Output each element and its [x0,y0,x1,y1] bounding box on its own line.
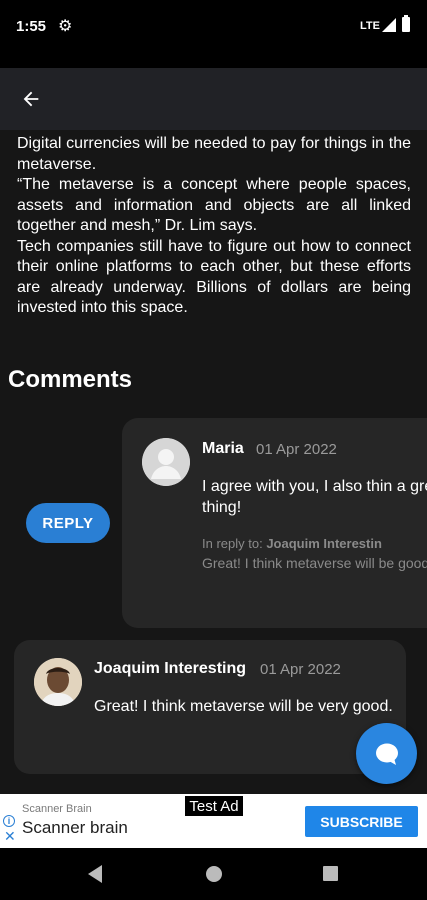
avatar [34,658,82,706]
nav-recents-icon[interactable] [323,866,338,881]
status-time: 1:55 [16,18,47,35]
comments-heading: Comments [8,366,133,393]
comment-author: Maria [202,440,244,457]
arrow-left-icon [23,91,39,107]
battery-icon [402,15,410,32]
nav-home-icon[interactable] [206,866,222,882]
in-reply-to: In reply to: Joaquim Interestin [202,536,382,551]
default-user-icon [142,438,190,486]
close-icon[interactable]: ✕ [4,829,16,843]
gear-icon: ⚙ [58,18,73,35]
avatar [142,438,190,486]
app-bar [0,68,427,130]
chat-bubble-icon [375,743,398,765]
ad-advertiser: Scanner Brain [22,803,92,815]
comment-text: I agree with you, I also thin a great th… [202,478,427,516]
quoted-comment: Great! I think metaverse will be good. [202,555,427,571]
comment-author: Joaquim Interesting [94,660,247,677]
reply-button[interactable]: REPLY [26,503,110,543]
article-paragraph: Tech companies still have to figure out … [17,237,411,317]
nav-back-icon[interactable] [88,865,102,883]
comment-date: 01 Apr 2022 [256,441,337,458]
ad-headline: Scanner brain [22,818,128,837]
article-paragraph: Digital currencies will be needed to pay… [17,135,411,173]
article-body: Digital currencies will be needed to pay… [17,134,411,319]
comment-card: Joaquim Interesting 01 Apr 2022 Great! I… [14,640,406,774]
in-reply-to-label: In reply to: [202,536,263,551]
back-button[interactable] [16,84,46,114]
info-icon[interactable]: i [3,815,15,827]
network-type: LTE [360,20,380,32]
subscribe-button[interactable]: SUBSCRIBE [305,806,418,837]
article-content: Digital currencies will be needed to pay… [0,130,427,794]
comment-date: 01 Apr 2022 [260,661,341,678]
article-paragraph: “The metaverse is a concept where people… [17,176,411,234]
status-bar: 1:55 ⚙ LTE [0,0,427,58]
comment-text: Great! I think metaverse will be very go… [94,698,393,715]
system-nav-bar [0,848,427,900]
test-ad-badge: Test Ad [185,796,243,816]
chat-fab-button[interactable] [356,723,417,784]
in-reply-to-author: Joaquim Interestin [266,536,382,551]
signal-icon [382,18,396,32]
user-photo [34,658,82,706]
reply-comment-card: Maria 01 Apr 2022 I agree with you, I al… [122,418,427,628]
